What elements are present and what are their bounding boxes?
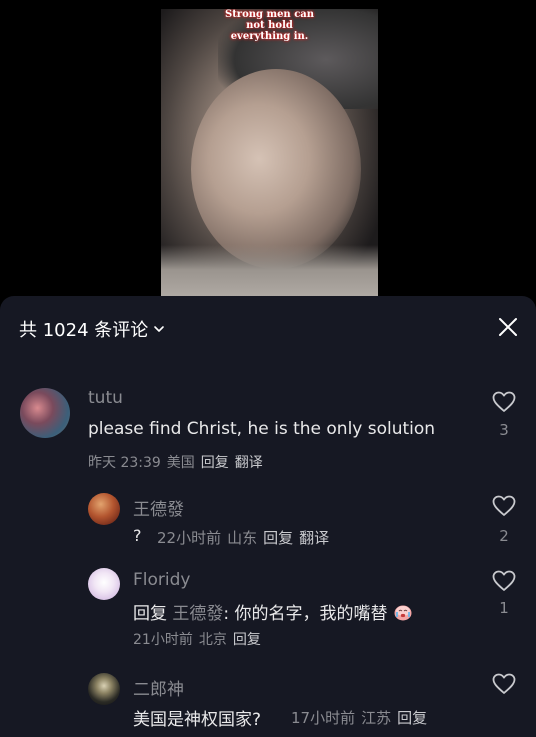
reply-item: 王德發 ? 22小时前 山东 回复 翻译 2 — [0, 489, 536, 555]
reply-button[interactable]: 回复 — [201, 455, 229, 471]
avatar[interactable] — [88, 673, 120, 705]
chevron-down-icon — [154, 326, 165, 332]
video-caption: Strong men can not hold everything in. — [161, 9, 378, 42]
comment-location: 山东 — [227, 529, 258, 547]
comment-time: 昨天 23:39 — [88, 455, 161, 471]
avatar[interactable] — [20, 388, 70, 438]
reply-button[interactable]: 回复 — [233, 632, 261, 648]
like-count: 3 — [499, 421, 509, 439]
comment-meta: 22小时前 山东 回复 翻译 — [157, 527, 329, 548]
reply-button[interactable]: 回复 — [397, 709, 427, 727]
comment-text: 美国是神权国家? — [133, 710, 262, 730]
translate-button[interactable]: 翻译 — [235, 455, 263, 471]
heart-icon[interactable] — [492, 673, 516, 695]
avatar[interactable] — [88, 493, 120, 525]
comment-location: 北京 — [198, 632, 227, 648]
heart-icon[interactable] — [492, 391, 516, 413]
comment-text: ? — [133, 526, 142, 545]
comment-location: 美国 — [166, 455, 195, 471]
comment-text-body: ? — [133, 526, 142, 545]
comment-meta: 昨天 23:39 美国 回复 翻译 — [88, 452, 263, 472]
reply-button[interactable]: 回复 — [263, 529, 293, 547]
like-count: 2 — [499, 527, 509, 545]
avatar[interactable] — [88, 568, 120, 600]
comment-username[interactable]: Floridy — [133, 570, 190, 590]
comment-text-body: : 你的名字，我的嘴替 — [223, 604, 388, 624]
heart-icon[interactable] — [492, 495, 516, 517]
comment-username[interactable]: tutu — [88, 388, 123, 408]
video-caption-line: Strong men can — [224, 9, 315, 20]
video-visual-shirt — [161, 245, 378, 300]
close-icon[interactable] — [497, 316, 519, 338]
comment-text: please find Christ, he is the only solut… — [88, 419, 436, 439]
reply-item: 二郎神 美国是神权国家? 17小时前 江苏 回复 — [0, 671, 536, 737]
comment-time: 17小时前 — [291, 709, 356, 727]
comment-count-title[interactable]: 共 1024 条评论 — [19, 316, 166, 342]
reply-prefix: 回复 — [133, 604, 167, 624]
comment-location: 江苏 — [361, 709, 392, 727]
comment-count-label: 共 1024 条评论 — [19, 320, 149, 341]
translate-button[interactable]: 翻译 — [299, 529, 329, 547]
comment-sheet: 共 1024 条评论 tutu please find Christ, he i… — [0, 296, 536, 737]
video-player[interactable]: Strong men can not hold everything in. — [0, 0, 536, 300]
video-caption-line: everything in. — [230, 31, 309, 42]
comment-meta: 17小时前 江苏 回复 — [291, 707, 427, 728]
comment-time: 22小时前 — [157, 529, 222, 547]
video-frame[interactable]: Strong men can not hold everything in. — [161, 9, 378, 300]
video-caption-line: not hold — [246, 20, 293, 31]
heart-icon[interactable] — [492, 570, 516, 592]
like-count: 1 — [499, 599, 509, 617]
reply-item: Floridy 回复 王德發: 你的名字，我的嘴替 21小时前 北京 回复 1 — [0, 565, 536, 655]
comment-time: 21小时前 — [133, 632, 193, 648]
reply-target-username[interactable]: 王德發 — [172, 604, 223, 624]
crying-face-icon — [394, 605, 412, 621]
comment-item: tutu please find Christ, he is the only … — [0, 384, 536, 476]
video-visual-face — [191, 69, 361, 269]
comment-text: 回复 王德發: 你的名字，我的嘴替 — [133, 599, 413, 624]
comment-username[interactable]: 王德發 — [133, 495, 184, 520]
sheet-header: 共 1024 条评论 — [0, 314, 536, 344]
comment-meta: 21小时前 北京 回复 — [133, 629, 261, 649]
comment-username[interactable]: 二郎神 — [133, 675, 184, 700]
